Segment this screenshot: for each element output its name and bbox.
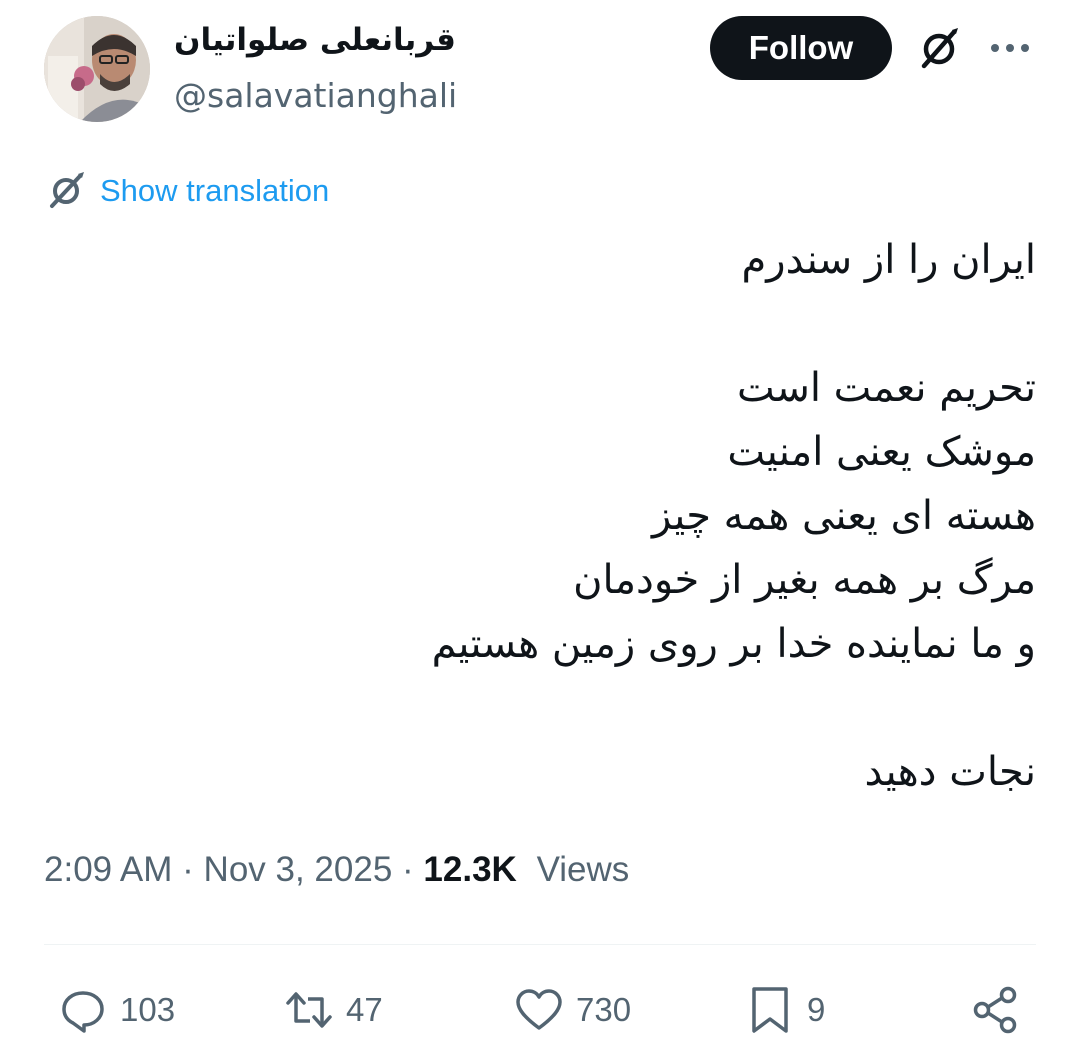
show-translation-label: Show translation	[100, 173, 330, 208]
tweet-line: موشک یعنی امنیت	[727, 429, 1036, 475]
tweet-line: مرگ بر همه بغیر از خودمان	[573, 557, 1036, 603]
user-handle[interactable]: @salavatianghali	[174, 76, 457, 115]
grok-icon[interactable]	[914, 24, 964, 74]
tweet-line: هسته ای یعنی همه چیز	[652, 493, 1036, 539]
tweet-line: تحریم نعمت است	[737, 365, 1036, 411]
views-count: 12.3K	[423, 850, 517, 889]
tweet-line: نجات دهید	[864, 749, 1036, 795]
tweet-card: قربانعلی صلواتیان @salavatianghali Follo…	[0, 0, 1080, 1059]
like-button[interactable]: 730	[514, 984, 631, 1036]
tweet-time[interactable]: 2:09 AM	[44, 850, 172, 889]
heart-icon	[516, 989, 562, 1030]
tweet-line: ایران را از سندرم	[741, 237, 1036, 283]
reply-icon	[62, 991, 104, 1033]
display-name[interactable]: قربانعلی صلواتیان	[174, 22, 456, 58]
share-icon	[973, 986, 1017, 1034]
more-horizontal-icon[interactable]	[985, 30, 1035, 66]
follow-button[interactable]: Follow	[710, 16, 892, 80]
tweet-meta: 2:09 AM · Nov 3, 2025 · 12.3K Views	[44, 850, 629, 890]
repost-icon	[286, 992, 332, 1028]
tweet-line: و ما نماینده خدا بر روی زمین هستیم	[431, 621, 1036, 667]
reply-button[interactable]: 103	[58, 984, 175, 1036]
translate-icon	[50, 172, 84, 208]
like-count: 730	[576, 991, 632, 1028]
bookmark-button[interactable]: 9	[745, 984, 825, 1036]
meta-separator: ·	[182, 850, 204, 889]
repost-button[interactable]: 47	[284, 984, 383, 1036]
share-button[interactable]	[970, 984, 1020, 1036]
meta-separator: ·	[402, 850, 424, 889]
bookmark-icon	[752, 987, 788, 1033]
avatar[interactable]	[44, 16, 150, 122]
repost-count: 47	[346, 991, 383, 1028]
bookmark-count: 9	[807, 991, 826, 1028]
reply-count: 103	[120, 991, 176, 1028]
tweet-text: ایران را از سندرم تحریم نعمت است موشک یع…	[44, 228, 1036, 804]
show-translation-link[interactable]: Show translation	[44, 168, 329, 214]
tweet-date[interactable]: Nov 3, 2025	[204, 850, 393, 889]
divider	[44, 944, 1036, 945]
views-label: Views	[536, 850, 630, 889]
